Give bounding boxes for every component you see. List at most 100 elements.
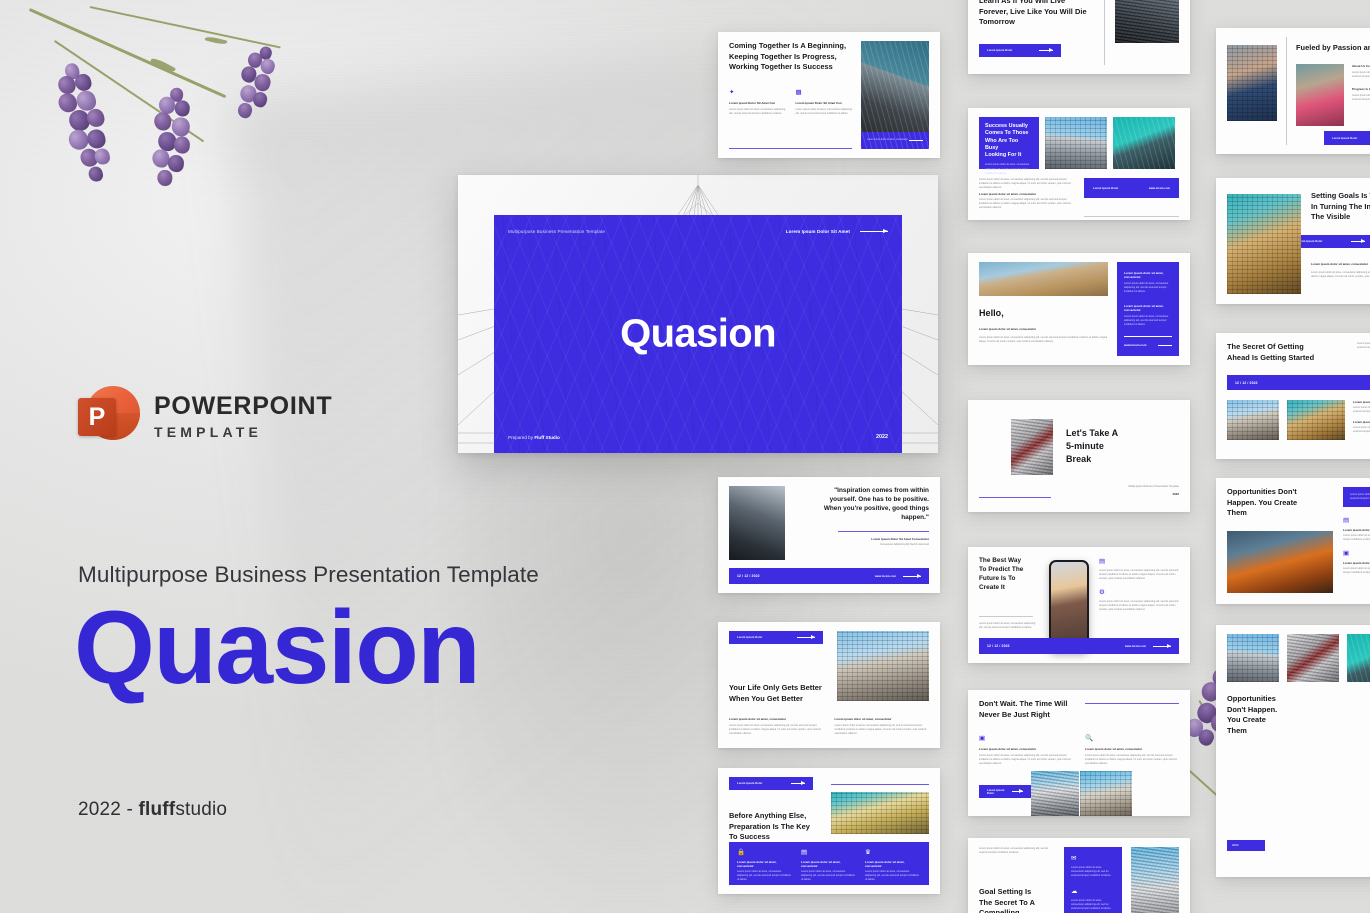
chart-icon: ▩ xyxy=(795,88,802,96)
hero-slide[interactable]: Multipurpose Business Presentation Templ… xyxy=(458,175,938,453)
slide-title: Setting Goals Is The First Step In Turni… xyxy=(1311,191,1370,222)
hero-footer-studio: Fluff Studio xyxy=(534,434,560,440)
quote-author-role: Consectetur Adipiscing Elit Sed Do Eiusm… xyxy=(879,543,929,547)
column-heading: Lorem Ipsum Dolor Sit Amet Con xyxy=(795,100,842,105)
slide-learn-as-if[interactable]: Learn As If You Will Live Forever, Live … xyxy=(968,0,1190,74)
slide-dont-wait[interactable]: Don't Wait. The Time Will Never Be Just … xyxy=(968,690,1190,816)
slide-body: Lorem ipsum dolor sit amet, consectetur … xyxy=(979,198,1071,210)
search-icon: 🔍 xyxy=(1085,735,1094,743)
slide-bar[interactable]: 12 / 12 / 2022 xyxy=(1227,375,1370,391)
arrow-right-icon xyxy=(903,573,921,578)
slide-subheading: Lorem ipsum dolor sit amet, consectetur xyxy=(979,326,1037,331)
hero-title: Quasion xyxy=(620,311,776,356)
slide-goal-setting[interactable]: Lorem ipsum dolor sit amet, consectetur … xyxy=(968,838,1190,913)
slide-photo xyxy=(1227,530,1333,593)
slide-hello[interactable]: Hello, Lorem ipsum dolor sit amet, conse… xyxy=(968,253,1190,365)
slide-photo xyxy=(1227,194,1301,294)
slide-body: Lorem ipsum dolor sit amet, consectetur … xyxy=(1311,270,1370,278)
slide-photo xyxy=(1115,0,1179,43)
slide-coming-together[interactable]: Coming Together Is A Beginning, Keeping … xyxy=(718,32,940,158)
slide-opportunities-2[interactable]: Opportunities Don't Happen. You Create T… xyxy=(1216,625,1370,877)
cta-button[interactable]: Lorem Ipsum Dolor xyxy=(729,631,823,644)
arrow-right-icon xyxy=(1011,789,1023,793)
slide-setting-goals[interactable]: Setting Goals Is The First Step In Turni… xyxy=(1216,178,1370,304)
slide-best-way-predict[interactable]: The Best Way To Predict The Future Is To… xyxy=(968,547,1190,663)
powerpoint-badge: P POWERPOINT TEMPLATE xyxy=(78,386,332,448)
feature-body: Lorem ipsum dolor sit amet, consectetur … xyxy=(865,870,919,882)
vertical-divider xyxy=(1286,37,1287,145)
arrow-right-icon xyxy=(797,635,815,639)
slide-photo xyxy=(1045,117,1107,169)
cta-button[interactable]: Lorem Ipsum Dolor xyxy=(979,785,1031,798)
panel-heading: Lorem ipsum dolor sit amet, consectetur xyxy=(1124,304,1164,313)
feature-heading: Lorem ipsum dolor sit amet, consectetur xyxy=(801,860,841,868)
slide-lets-take-break[interactable]: Let's Take A 5-minute Break Multipurpose… xyxy=(968,400,1190,512)
slide-footer-bar[interactable]: 12 / 12 / 2022 www.lorem.com xyxy=(979,638,1179,654)
slide-fueled-by-passion[interactable]: Fueled by Passion and About Us Consectet… xyxy=(1216,28,1370,154)
panel-link: www.lorem.com xyxy=(1124,343,1147,347)
powerpoint-label: POWERPOINT xyxy=(154,392,333,420)
page-number: 2022 xyxy=(1232,843,1239,847)
feature-body: Lorem ipsum dolor sit amet, consectetur … xyxy=(1099,569,1179,581)
slide-your-life-better[interactable]: Lorem Ipsum Dolor Your Life Only Gets Be… xyxy=(718,622,940,748)
slide-title: Your Life Only Gets Better When You Get … xyxy=(729,683,822,703)
cta-button[interactable]: Lorem Ipsum Dolor xyxy=(979,44,1061,57)
feature-body: Lorem ipsum dolor sit amet, consectetur … xyxy=(1085,754,1177,766)
slide-photo xyxy=(1287,634,1339,682)
slide-secret-getting-ahead[interactable]: The Secret Of Getting Ahead Is Getting S… xyxy=(1216,333,1370,459)
slide-footer-bar[interactable]: 12 / 12 / 2022 www.lorem.com xyxy=(729,568,929,584)
photo-caption: Lorem ipsum dolor sit amet, consectetur xyxy=(867,138,908,141)
feature-heading: Lorem ipsum dolor sit amet, consectetur xyxy=(737,860,777,868)
slide-title: The Secret Of Getting Ahead Is Getting S… xyxy=(1227,342,1315,362)
hero-header-right: Lorem Ipsum Dolor Sit Amet xyxy=(785,229,850,234)
page-subtitle: Multipurpose Business Presentation Templ… xyxy=(78,562,539,587)
slide-subheading: Lorem ipsum dolor sit amet, consectetur xyxy=(1311,261,1369,266)
panel-body: Lorem ipsum dolor sit amet, consectetur … xyxy=(1071,866,1112,878)
panel-heading: Lorem ipsum dolor sit amet, consectetur xyxy=(1124,271,1164,279)
link-label: www.lorem.com xyxy=(874,574,896,578)
feature-body: Lorem ipsum dolor sit amet, consectetur … xyxy=(1343,534,1370,542)
slide-photo xyxy=(1011,419,1053,475)
slide-photo-portrait xyxy=(1227,45,1277,121)
title-card: Success Usually Comes To Those Who Are T… xyxy=(979,117,1039,175)
slide-before-anything[interactable]: Lorem Ipsum Dolor Before Anything Else, … xyxy=(718,768,940,894)
slide-photo-portrait xyxy=(729,486,785,560)
hero-slide-panel: Multipurpose Business Presentation Templ… xyxy=(494,215,902,453)
divider xyxy=(979,497,1051,498)
slide-opportunities-1[interactable]: Opportunities Don't Happen. You Create T… xyxy=(1216,478,1370,604)
cta-button[interactable]: Lorem Ipsum Dolor xyxy=(1289,234,1370,248)
column-heading: Lorem ipsum dolor sit amet, consectetur xyxy=(834,717,892,722)
slide-footer-note: Multipurpose Business Presentation Templ… xyxy=(1128,484,1179,488)
feature-heading: Lorem ipsum dolor sit amet, consectetur xyxy=(979,747,1037,752)
chat-icon: ▣ xyxy=(1343,550,1350,558)
button-label: Lorem Ipsum Dolor xyxy=(1332,136,1358,140)
slide-inspiration-quote[interactable]: "Inspiration comes from within yourself.… xyxy=(718,477,940,593)
credit-line: 2022 - fluffstudio xyxy=(78,799,227,821)
date-label: 12 / 12 / 2022 xyxy=(737,574,760,578)
side-panel: Lorem ipsum dolor sit amet, consectetur … xyxy=(1117,262,1179,356)
cta-button[interactable]: Lorem Ipsum Dolor www.lorem.com xyxy=(1324,131,1370,145)
powerpoint-letter: P xyxy=(78,398,116,436)
slide-title: Learn As If You Will Live Forever, Live … xyxy=(979,0,1087,27)
trophy-icon: ♛ xyxy=(865,849,871,856)
page-title: Quasion xyxy=(74,590,481,706)
slide-title: "Inspiration comes from within yourself.… xyxy=(823,487,929,522)
template-label: TEMPLATE xyxy=(154,424,263,440)
cta-button[interactable]: Lorem Ipsum Dolor xyxy=(729,777,813,790)
hero-footer-prefix: Prepared by xyxy=(508,434,535,440)
gear-icon: ⚙ xyxy=(1099,589,1105,597)
feature-body: Lorem ipsum dolor sit amet, consectetur … xyxy=(1352,70,1370,78)
column-body: Lorem ipsum dolor sit amet, consectetur … xyxy=(795,107,852,115)
column-body: Lorem ipsum dolor sit amet, consectetur … xyxy=(729,107,786,115)
button-label: Lorem Ipsum Dolor xyxy=(987,788,1005,795)
slide-success-usually[interactable]: Success Usually Comes To Those Who Are T… xyxy=(968,108,1190,220)
arrow-right-icon xyxy=(1153,643,1171,648)
studio-name-rest: studio xyxy=(175,799,228,820)
slide-title: Opportunities Don't Happen. You Create T… xyxy=(1227,487,1298,518)
slide-body: Lorem ipsum dolor sit amet, consectetur … xyxy=(979,847,1049,855)
column-body: Lorem ipsum dolor sit amet, consectetur … xyxy=(834,724,927,736)
mail-icon: ✉ xyxy=(1071,855,1077,862)
cta-button[interactable]: Lorem Ipsum Dolor www.lorem.com xyxy=(1084,178,1179,198)
hero-footer-year: 2022 xyxy=(876,434,888,440)
hero-header: Multipurpose Business Presentation Templ… xyxy=(508,228,888,234)
